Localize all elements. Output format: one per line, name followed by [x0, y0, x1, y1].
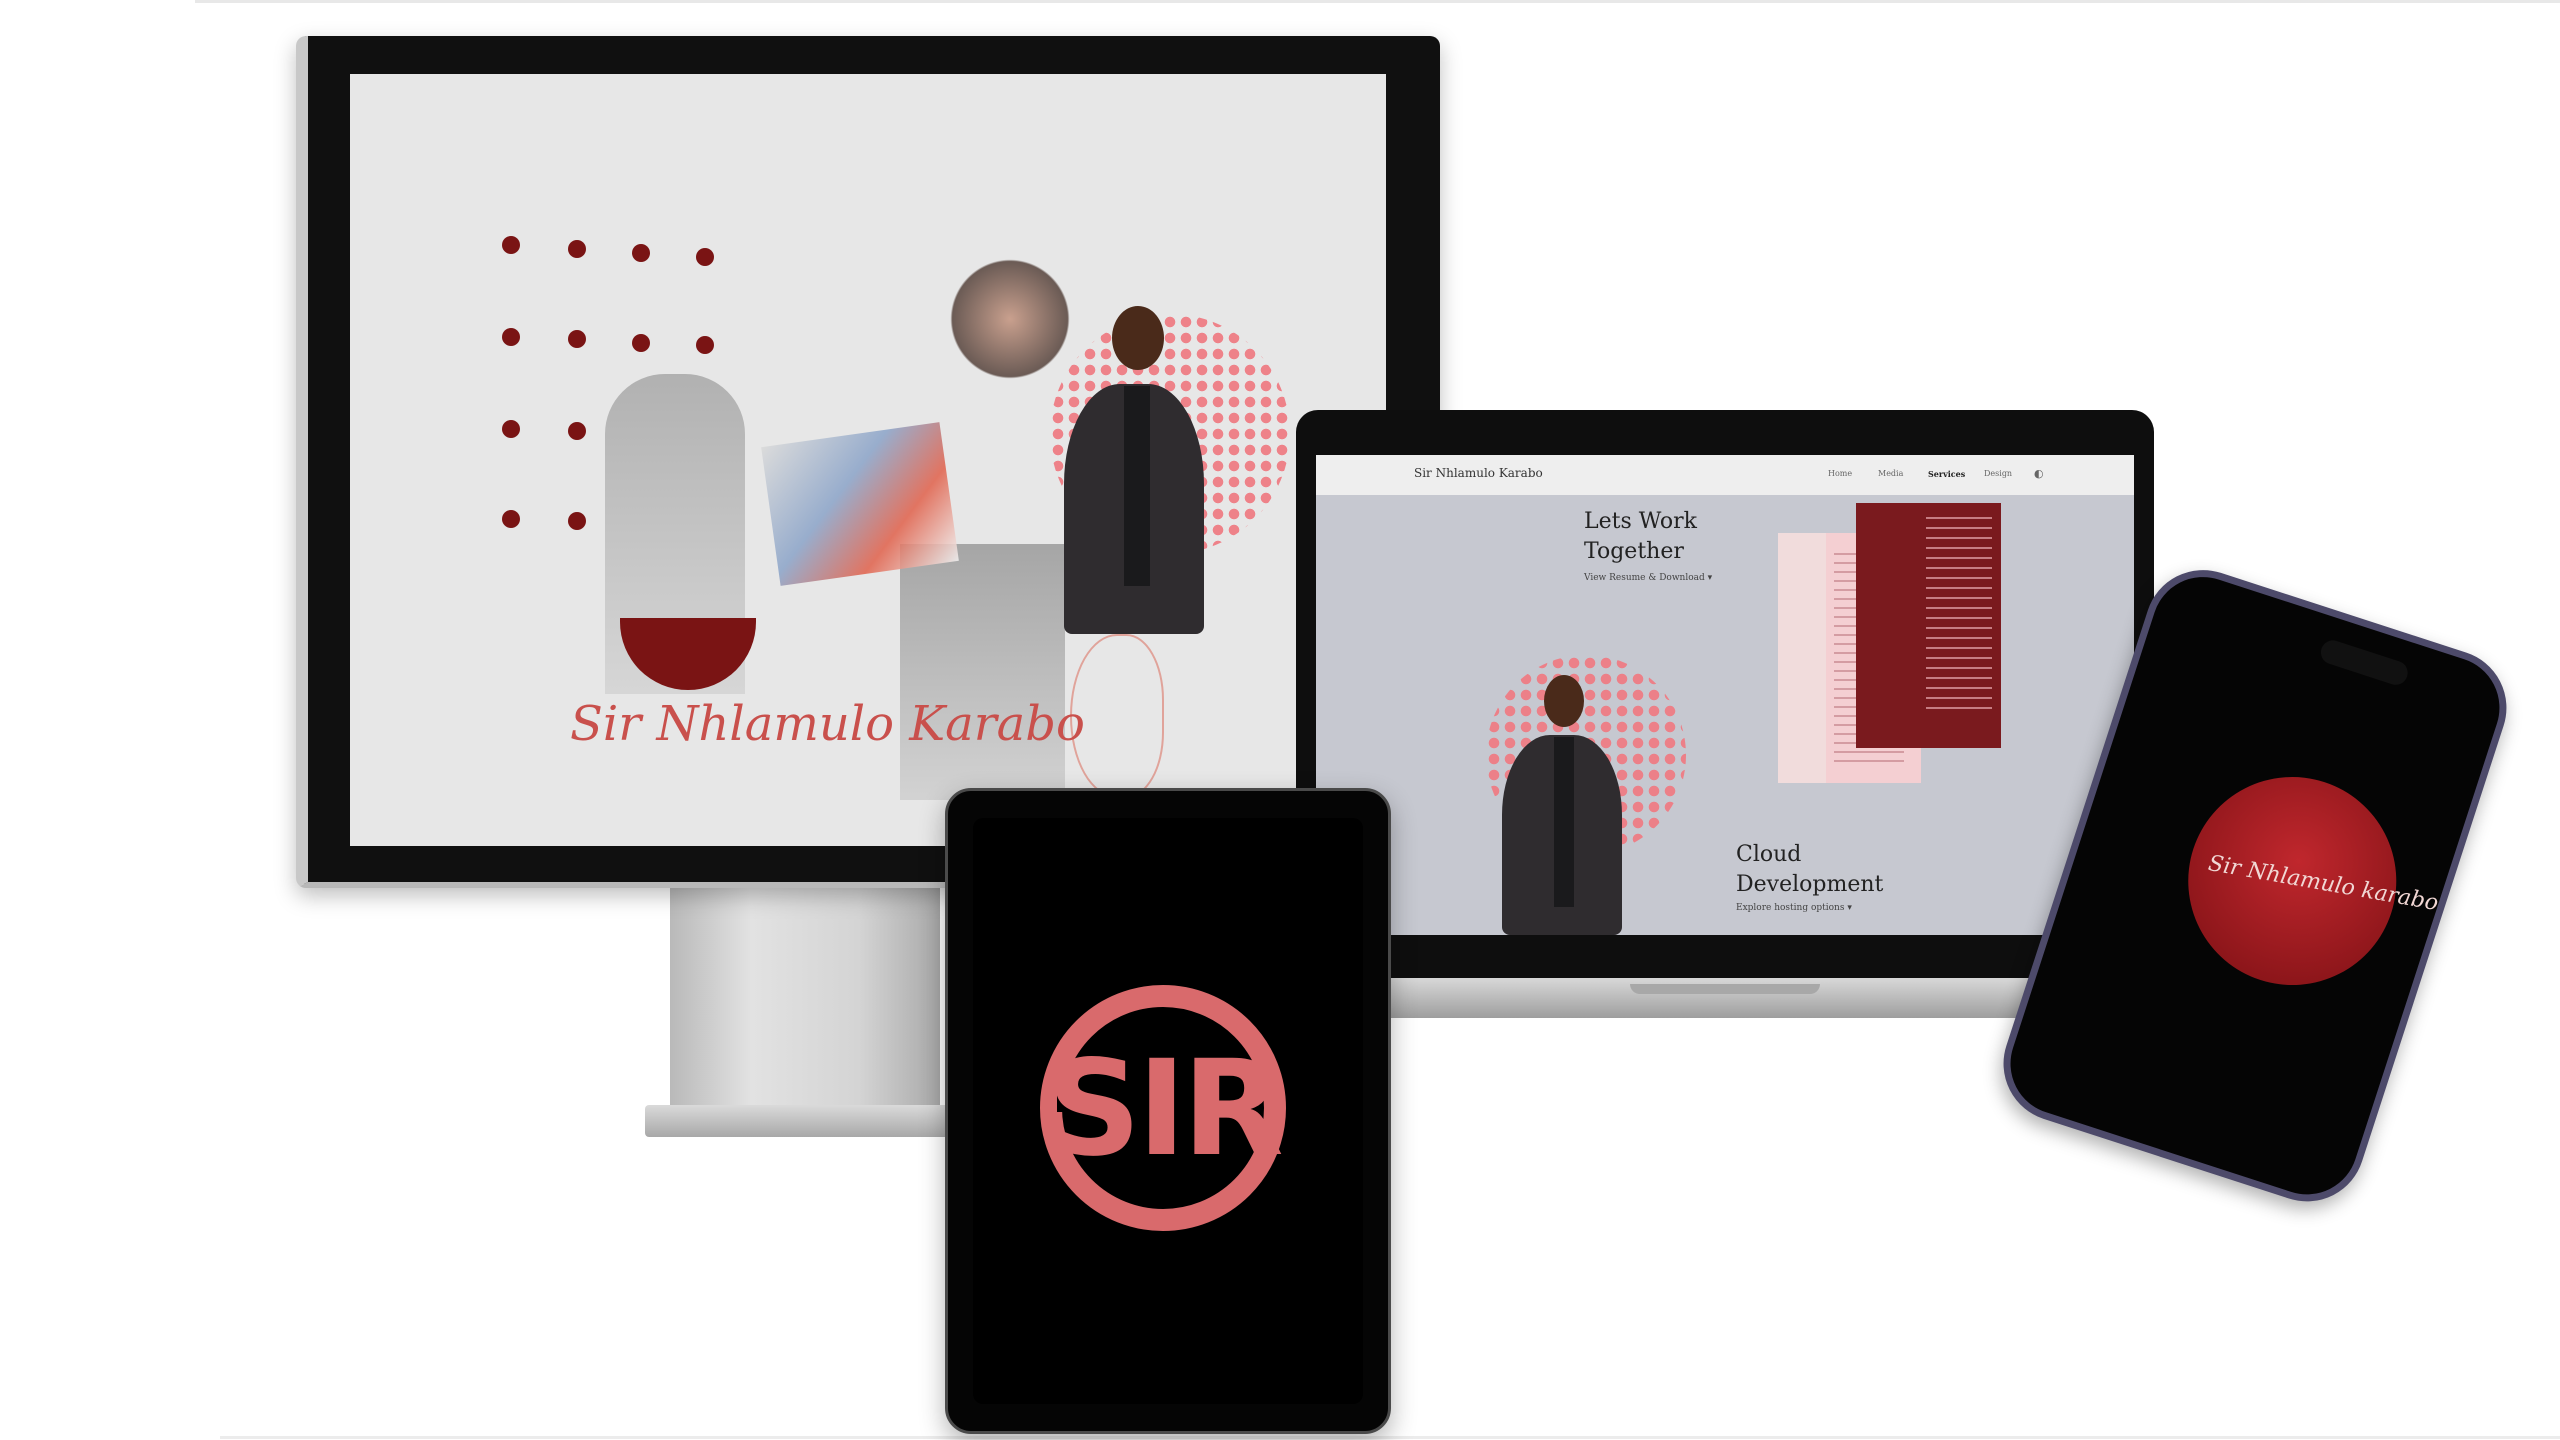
monogram-text: SIR	[1046, 1032, 1281, 1186]
site-navbar: Sir Nhlamulo Karabo Home Media Services …	[1316, 455, 2134, 495]
decor-dot	[502, 328, 520, 346]
tablet-screen: SIR	[973, 818, 1363, 1404]
nav-item-media[interactable]: Media	[1878, 469, 1903, 478]
top-divider	[195, 0, 2560, 3]
decor-dot	[568, 330, 586, 348]
phone-dynamic-island	[2317, 637, 2411, 688]
decor-dot	[632, 244, 650, 262]
decor-dot	[696, 248, 714, 266]
hosting-link-label: Explore hosting options	[1736, 903, 1845, 913]
desktop-signature: Sir Nhlamulo Karabo	[570, 696, 1085, 752]
resume-preview-cover	[1856, 503, 2001, 748]
hosting-options-link[interactable]: Explore hosting options ▾	[1736, 903, 1852, 913]
laptop-screen: Sir Nhlamulo Karabo Home Media Services …	[1316, 455, 2134, 935]
bottom-divider	[220, 1436, 2560, 1439]
collage-screens	[761, 422, 959, 586]
chevron-down-icon: ▾	[1707, 573, 1713, 583]
resume-link-label: View Resume & Download	[1584, 573, 1705, 583]
nav-item-design[interactable]: Design	[1984, 469, 2012, 478]
decor-dot	[502, 420, 520, 438]
hero-title: Lets Work Together	[1584, 509, 1697, 564]
nav-item-services[interactable]: Services	[1928, 469, 1965, 479]
resume-download-link[interactable]: View Resume & Download ▾	[1584, 573, 1712, 583]
resume-preview-sidebar	[1778, 533, 1828, 783]
decor-dot	[568, 512, 586, 530]
site-brand[interactable]: Sir Nhlamulo Karabo	[1414, 466, 1543, 480]
nav-item-home[interactable]: Home	[1828, 469, 1852, 478]
decor-dot	[502, 236, 520, 254]
decor-dot	[568, 422, 586, 440]
monitor-stand-foot	[645, 1105, 975, 1137]
decor-dot	[568, 240, 586, 258]
laptop-base-notch	[1630, 984, 1820, 994]
portrait-person	[1496, 675, 1626, 935]
portrait-head	[1544, 675, 1584, 727]
desktop-screen: Sir Nhlamulo Karabo	[350, 74, 1386, 846]
portrait-shirt	[1124, 386, 1150, 586]
portrait-shirt	[1554, 737, 1574, 907]
feature-title: Cloud Development	[1736, 842, 1884, 897]
resume-text-lines	[1926, 517, 1992, 717]
decor-dot	[632, 334, 650, 352]
nav-theme-icon[interactable]: ◐	[2034, 467, 2044, 480]
chevron-down-icon: ▾	[1847, 903, 1852, 913]
portrait-person	[1060, 306, 1210, 646]
sir-monogram-logo: SIR	[1040, 985, 1286, 1231]
monitor-stand	[670, 860, 940, 1110]
decor-dot	[502, 510, 520, 528]
portrait-head	[1112, 306, 1164, 370]
decor-dot	[696, 336, 714, 354]
collage-flowers	[950, 244, 1070, 394]
